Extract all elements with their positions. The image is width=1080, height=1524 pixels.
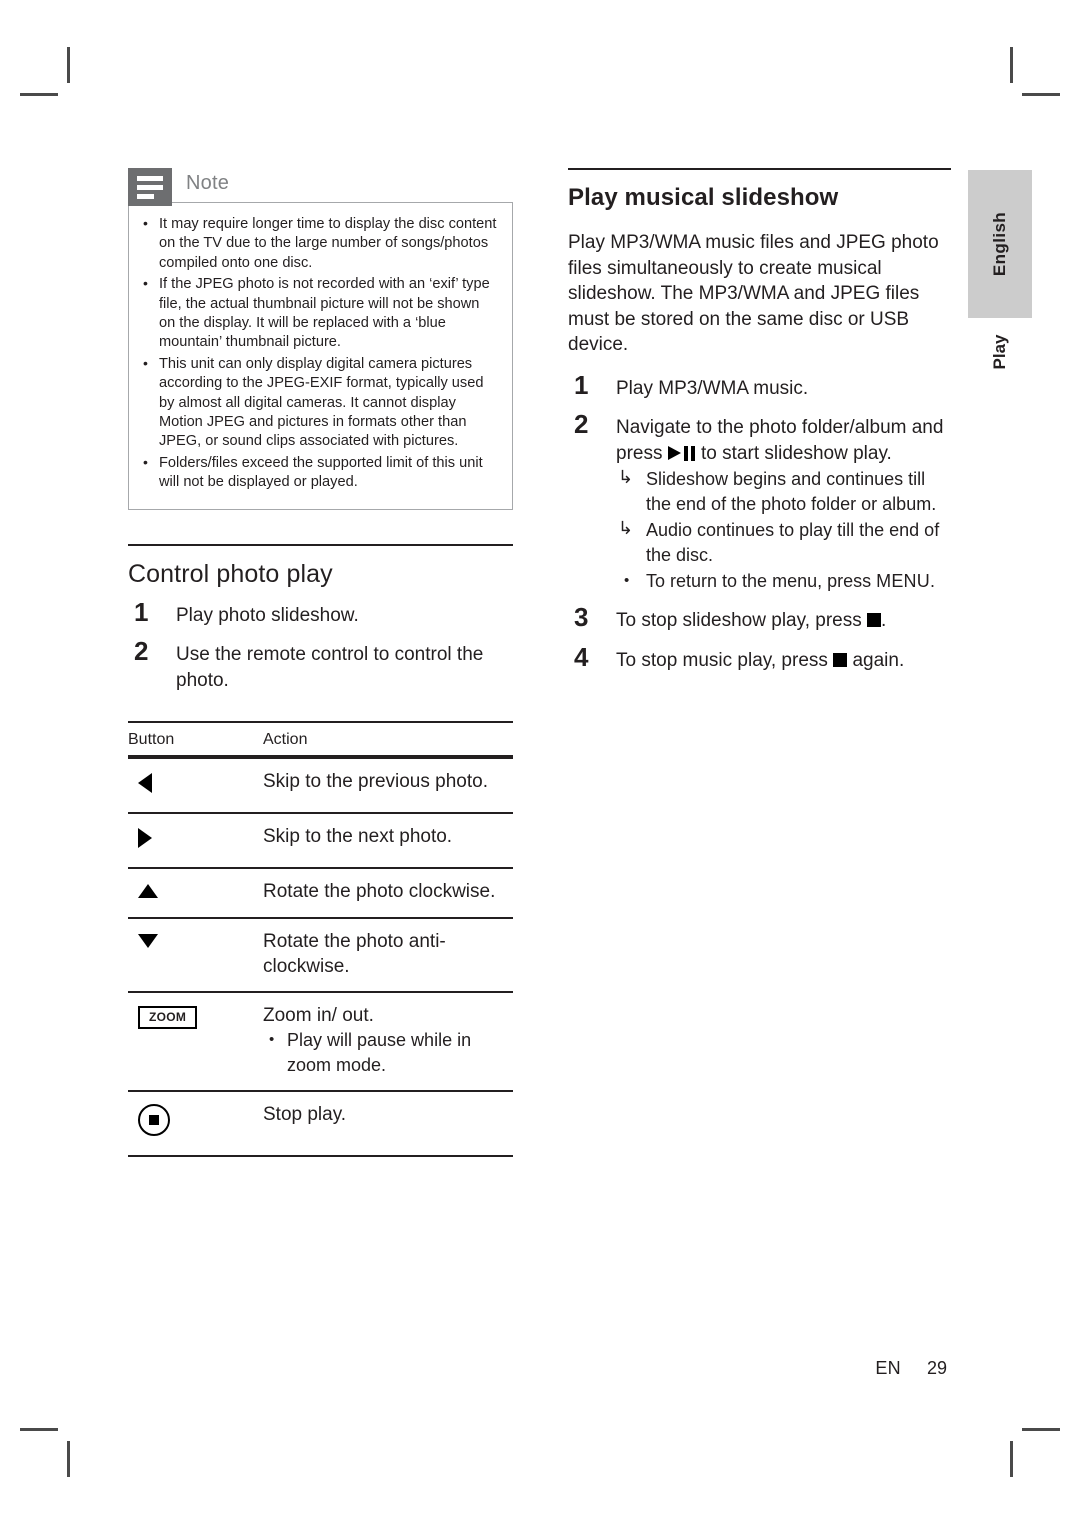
section-side-tab: Play (968, 322, 1032, 382)
step-sub-arrow-item: Audio continues to play till the end of … (616, 516, 951, 568)
control-photo-play-heading: Control photo play (128, 559, 333, 588)
stop-square-icon (867, 613, 881, 627)
table-header-action: Action (263, 721, 513, 760)
note-box: It may require longer time to display th… (128, 202, 513, 510)
language-side-tab: English (968, 170, 1032, 318)
step-text: Play MP3/WMA music. (616, 377, 809, 399)
zoom-key-icon[interactable]: ZOOM (138, 1006, 198, 1030)
note-lines-icon (128, 168, 172, 206)
play-musical-slideshow-steps: 1 Play MP3/WMA music. 2 Navigate to the … (568, 369, 951, 674)
note-bullet-item: Folders/files exceed the supported limit… (137, 453, 498, 493)
button-action-table: Button Action Skip to the previous photo… (128, 721, 513, 1158)
action-sub-list: Play will pause while in zoom mode. (263, 1027, 513, 1078)
note-bullet-item: If the JPEG photo is not recorded with a… (137, 274, 498, 353)
menu-key-label: MENU (876, 571, 930, 591)
step-item: 1 Play photo slideshow. (128, 596, 513, 629)
step-item: 1 Play MP3/WMA music. (568, 369, 951, 402)
table-row: Skip to the previous photo. (128, 757, 513, 815)
section-rule (568, 168, 951, 170)
step-item: 2 Navigate to the photo folder/album and… (568, 409, 951, 594)
arrow-up-icon (138, 884, 158, 899)
footer-language-code: EN (875, 1358, 901, 1378)
table-cell-button: ZOOM (128, 992, 263, 1093)
step-text-after: to start slideshow play. (695, 442, 892, 464)
table-row: Stop play. (128, 1091, 513, 1158)
sub-bullet-text-after: . (929, 571, 935, 591)
table-cell-button (128, 757, 263, 815)
step-text: Use the remote control to control the ph… (176, 644, 484, 691)
arrow-left-icon (138, 773, 152, 794)
table-head: Button Action (128, 721, 513, 760)
right-column: Play musical slideshow Play MP3/WMA musi… (568, 168, 951, 673)
arrow-right-icon (138, 828, 152, 849)
section-side-tab-label: Play (990, 334, 1009, 370)
step-sub-bullet-item: To return to the menu, press MENU. (616, 568, 951, 594)
step-item: 4 To stop music play, press again. (568, 641, 951, 674)
table-cell-action: Stop play. (263, 1091, 513, 1158)
table-cell-button (128, 868, 263, 920)
table-cell-action: Skip to the previous photo. (263, 757, 513, 815)
note-title: Note (186, 172, 230, 194)
step-number: 2 (574, 409, 589, 439)
step-sub-list: Slideshow begins and continues till the … (616, 465, 951, 594)
step-text-before: To stop music play, press (616, 649, 834, 671)
table-header-button: Button (128, 721, 263, 760)
note-header: Note (128, 168, 513, 206)
step-item: 3 To stop slideshow play, press . (568, 602, 951, 634)
table-cell-button (128, 918, 263, 994)
table-cell-action: Skip to the next photo. (263, 813, 513, 870)
step-number: 3 (574, 602, 589, 632)
step-item: 2 Use the remote control to control the … (128, 636, 513, 693)
table-cell-button (128, 1091, 263, 1158)
step-sub-arrow-item: Slideshow begins and continues till the … (616, 465, 951, 517)
manual-page: English Play Note It may require longer … (0, 0, 1080, 1524)
sub-bullet-text-before: To return to the menu, press (646, 571, 877, 591)
table-cell-action: Rotate the photo anti-clockwise. (263, 918, 513, 994)
table-cell-action: Zoom in/ out. Play will pause while in z… (263, 992, 513, 1093)
footer-page-number: 29 (926, 1358, 947, 1378)
note-bullet-item: This unit can only display digital camer… (137, 354, 498, 452)
step-text-after: . (881, 610, 887, 631)
table-row: Rotate the photo clockwise. (128, 868, 513, 920)
step-text-before: To stop slideshow play, press (616, 610, 867, 631)
action-text: Zoom in/ out. (263, 1005, 374, 1027)
note-bullet-item: It may require longer time to display th… (137, 214, 498, 273)
control-photo-play-steps: 1 Play photo slideshow. 2 Use the remote… (128, 596, 513, 694)
language-side-tab-label: English (990, 211, 1009, 277)
step-text-after: again. (847, 649, 905, 671)
step-text: Play photo slideshow. (176, 604, 359, 626)
page-footer: EN 29 (875, 1358, 947, 1379)
section-rule (128, 543, 513, 546)
table-row: Skip to the next photo. (128, 813, 513, 870)
arrow-down-icon (138, 934, 158, 949)
table-row: ZOOM Zoom in/ out. Play will pause while… (128, 992, 513, 1093)
note-bullet-list: It may require longer time to display th… (137, 214, 498, 493)
step-number: 2 (134, 636, 149, 667)
step-number: 1 (574, 369, 589, 400)
play-pause-icon (667, 445, 696, 461)
play-musical-slideshow-heading: Play musical slideshow (568, 184, 839, 211)
play-musical-slideshow-intro: Play MP3/WMA music files and JPEG photo … (568, 232, 939, 355)
left-column: Note It may require longer time to displ… (128, 168, 513, 1158)
step-number: 1 (134, 596, 149, 627)
stop-square-icon (833, 652, 848, 667)
stop-key-icon (138, 1104, 170, 1137)
table-body: Skip to the previous photo. Skip to the … (128, 757, 513, 1158)
action-sub-item: Play will pause while in zoom mode. (263, 1027, 513, 1078)
table-header-row: Button Action (128, 721, 513, 760)
step-number: 4 (574, 641, 589, 672)
table-cell-button (128, 813, 263, 870)
table-cell-action: Rotate the photo clockwise. (263, 868, 513, 920)
table-row: Rotate the photo anti-clockwise. (128, 918, 513, 994)
